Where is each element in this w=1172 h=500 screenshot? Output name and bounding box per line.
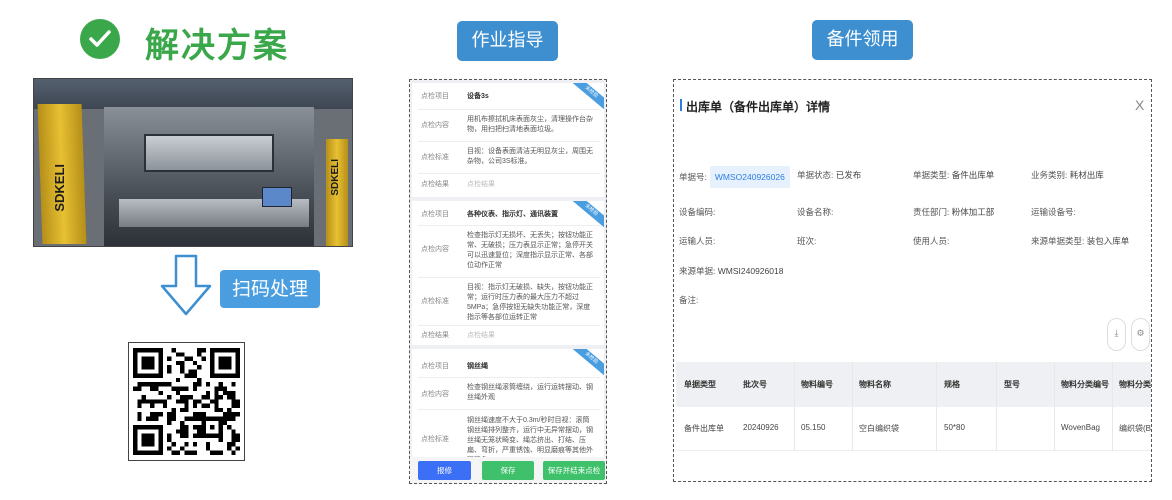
inspection-checklist-phone: 未检验 点检项目 设备3s 点检内容 用机布擦拭机床表面灰尘，清理操作台杂物，用扫把…	[409, 79, 607, 484]
check-item-value: 各种仪表、指示灯、通讯装置	[467, 211, 558, 218]
download-button[interactable]: ⤓	[1107, 318, 1126, 351]
doc-type-field: 单据类型: 备件出库单	[913, 170, 995, 180]
cell: 50*80	[944, 423, 965, 432]
source-type-field: 来源单据类型: 装包入库单	[1031, 236, 1130, 246]
check-standard-value: 目视：指示灯无破损、缺失，按钮功能正常；运行时压力表的最大压力不超过5MPa；急…	[467, 284, 593, 321]
action-bar: 报修 保存 保存并结束点检	[410, 457, 606, 483]
equip-name-field: 设备名称:	[797, 207, 834, 217]
cell: 编织袋(B)	[1119, 424, 1152, 433]
check-content-label: 点检内容	[421, 246, 449, 253]
status-field: 单据状态: 已发布	[797, 170, 862, 180]
photo-brand-left: SDKELI	[52, 164, 67, 212]
col-header: 批次号	[743, 380, 767, 389]
cell: 空白编织袋	[859, 424, 899, 433]
check-standard-label: 点检标准	[421, 298, 449, 305]
qr-code	[128, 342, 245, 461]
transport-equip-field: 运输设备号:	[1031, 207, 1076, 217]
check-item-value: 设备3s	[467, 93, 489, 100]
close-icon[interactable]: X	[1135, 97, 1144, 113]
check-card: 未检验 点检项目 各种仪表、指示灯、通讯装置 点检内容 检查指示灯无损坏、无丢失；按…	[412, 201, 604, 345]
cell: 20240926	[743, 423, 779, 432]
shift-field: 班次:	[797, 236, 817, 246]
check-circle-icon	[80, 19, 120, 59]
cell: 05.150	[801, 423, 826, 432]
check-item-label: 点检项目	[421, 93, 449, 100]
gear-icon: ⚙	[1136, 328, 1145, 338]
equip-code-field: 设备编码:	[679, 207, 716, 217]
source-no-field: 来源单据: WMSI240926018	[679, 266, 784, 276]
col-header: 物料分类编号	[1061, 380, 1109, 389]
check-content-value: 检查钢丝绳滚筒缠绕，运行运转摆动、钢丝绳外观	[467, 384, 593, 401]
check-standard-label: 点检标准	[421, 154, 449, 161]
check-result-label: 点检结果	[421, 181, 449, 188]
remark-field: 备注:	[679, 295, 699, 305]
col-header: 物料编号	[801, 380, 833, 389]
check-content-value: 检查指示灯无损坏、无丢失；按钮功能正常、无破损；压力表显示正常；急停开关可以迅速…	[467, 232, 593, 269]
col-header: 物料分类	[1119, 380, 1151, 389]
check-card: 未检验 点检项目 设备3s 点检内容 用机布擦拭机床表面灰尘，清理操作台杂物，用扫把…	[412, 83, 604, 197]
col-header: 单据类型	[684, 380, 716, 389]
doc-no-field: 单据号: WMSO240926026	[679, 166, 790, 188]
check-standard-label: 点检标准	[421, 436, 449, 443]
biz-type-field: 业务类别: 耗材出库	[1031, 170, 1104, 180]
cell: WovenBag	[1061, 423, 1100, 432]
download-icon: ⤓	[1114, 328, 1119, 338]
check-result-input[interactable]: 点检结果	[467, 331, 595, 341]
dept-field: 责任部门: 粉体加工部	[913, 207, 995, 217]
doc-no-value[interactable]: WMSO240926026	[709, 166, 790, 188]
solution-title: 解决方案	[145, 26, 289, 66]
cell: 备件出库单	[684, 424, 724, 433]
col-header: 型号	[1004, 380, 1020, 389]
check-content-value: 用机布擦拭机床表面灰尘，清理操作台杂物，用扫把扫清地表面垃圾。	[467, 116, 593, 133]
transport-person-field: 运输人员:	[679, 236, 716, 246]
check-result-label: 点检结果	[421, 332, 449, 339]
table-row[interactable]: 备件出库单 20240926 05.150 空白编织袋 50*80 WovenB…	[676, 407, 1152, 451]
check-item-label: 点检项目	[421, 211, 449, 218]
check-content-label: 点检内容	[421, 122, 449, 129]
report-repair-button[interactable]: 报修	[418, 461, 471, 480]
user-field: 使用人员:	[913, 236, 950, 246]
down-arrow-icon	[160, 254, 212, 316]
table-header: 单据类型 批次号 物料编号 物料名称 规格 型号 物料分类编号 物料分类	[676, 362, 1151, 407]
check-result-input[interactable]: 点检结果	[467, 180, 595, 190]
save-finish-button[interactable]: 保存并结束点检	[543, 461, 605, 480]
check-item-label: 点检项目	[421, 363, 449, 370]
check-content-label: 点检内容	[421, 391, 449, 398]
detail-title: 出库单（备件出库单）详情	[686, 100, 831, 114]
col-header: 物料名称	[859, 380, 891, 389]
work-instruction-tag: 作业指导	[457, 21, 558, 61]
outbound-order-detail: 出库单（备件出库单）详情 X 单据号: WMSO240926026 单据状态: 已…	[673, 79, 1152, 482]
scan-process-button[interactable]: 扫码处理	[220, 270, 320, 308]
save-button[interactable]: 保存	[482, 461, 534, 480]
settings-button[interactable]: ⚙	[1131, 318, 1150, 351]
press-machine-photo: SDKELI SDKELI	[33, 78, 353, 247]
col-header: 规格	[944, 380, 960, 389]
check-item-value: 钢丝绳	[467, 363, 488, 370]
check-standard-value: 目视：设备表面清洁无明显灰尘，周围无杂物，公司3S标准。	[467, 148, 593, 165]
parts-requisition-tag: 备件领用	[812, 20, 913, 60]
photo-brand-right: SDKELI	[330, 159, 341, 196]
